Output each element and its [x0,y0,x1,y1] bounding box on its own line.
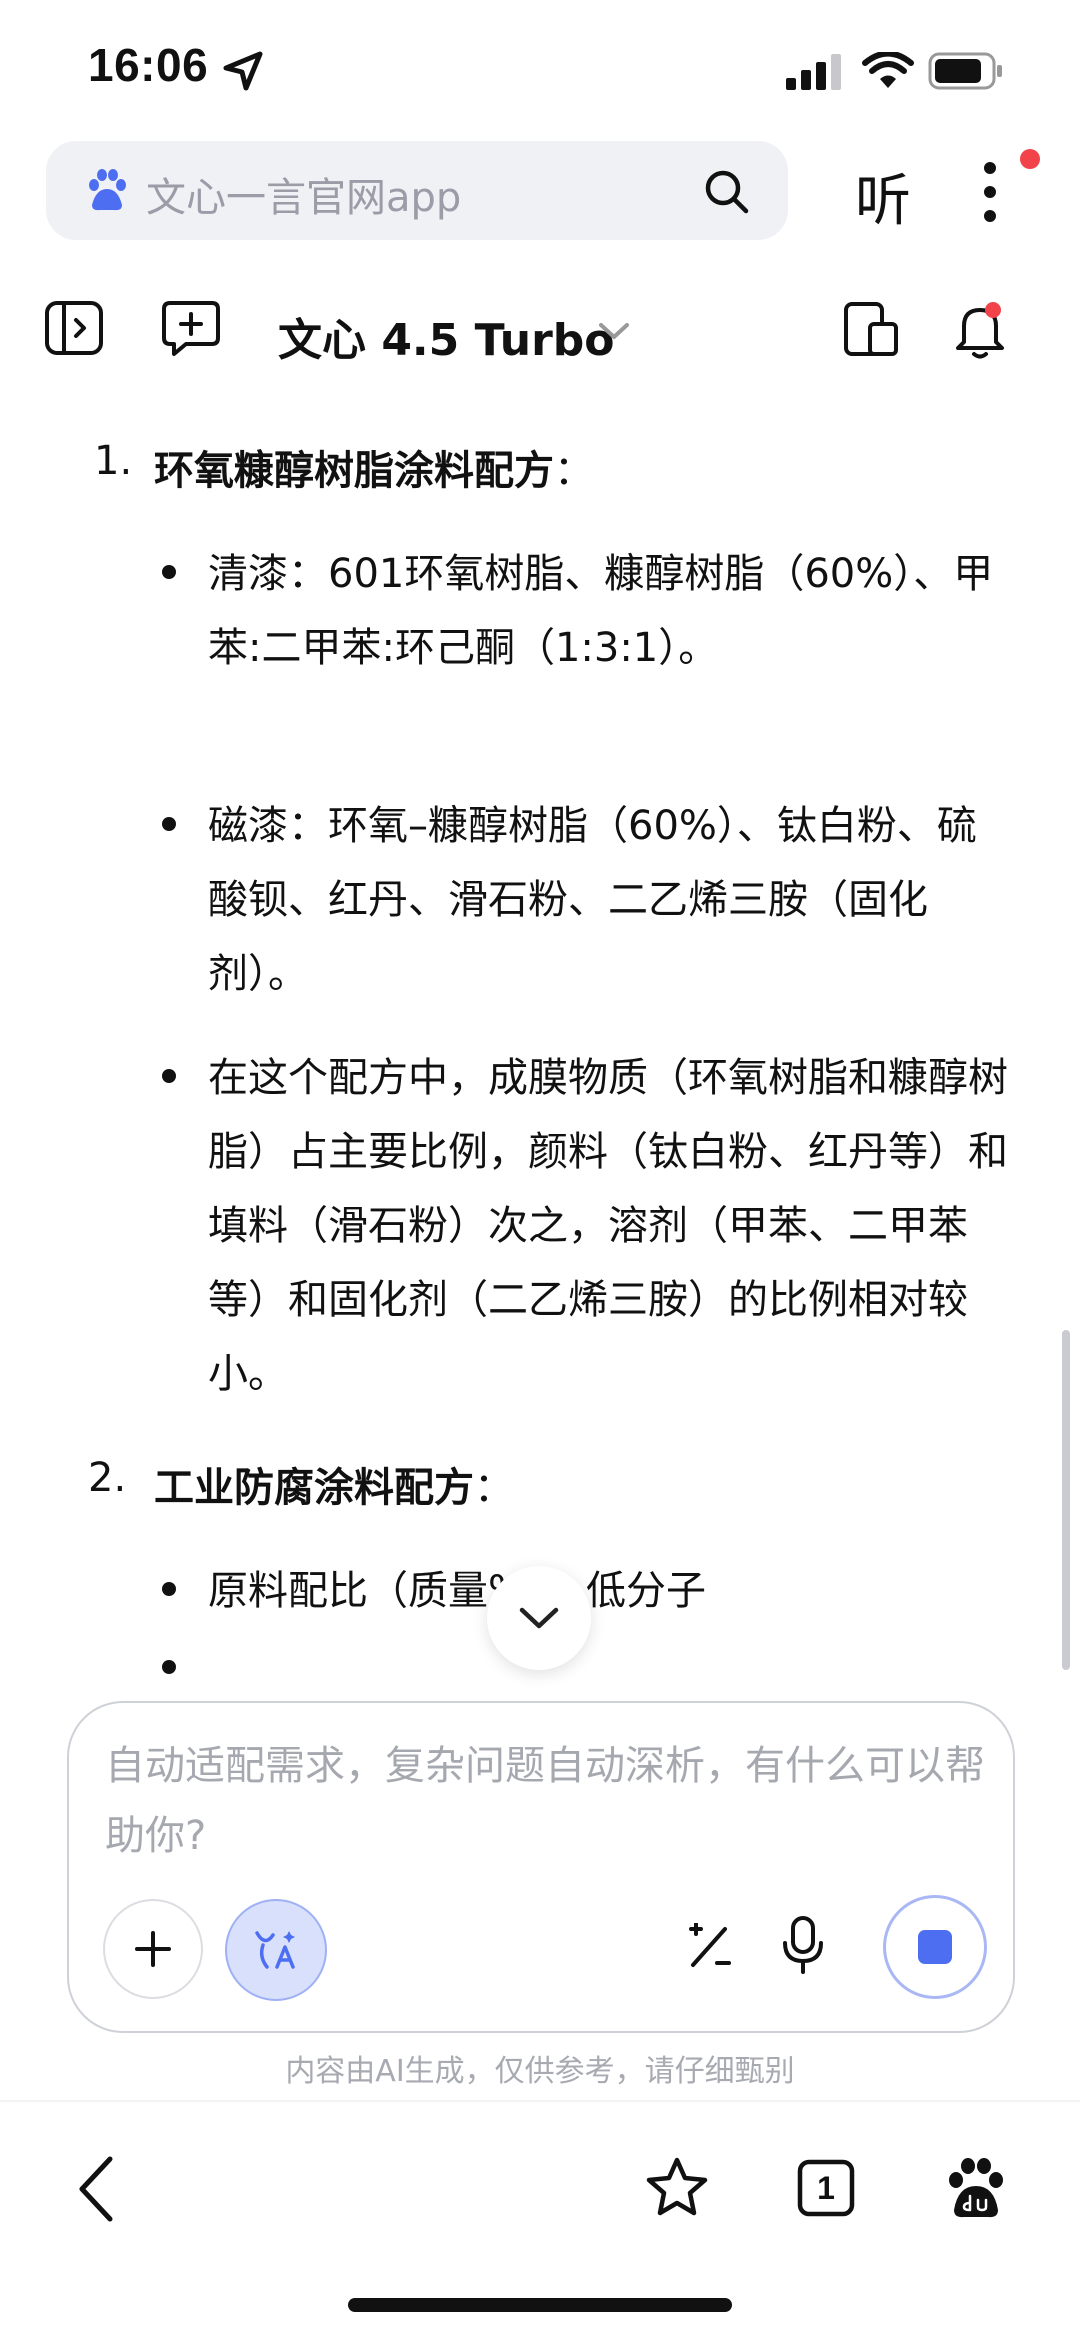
search-placeholder: 文心一言官网app [146,175,462,221]
scroll-to-bottom-button[interactable] [487,1566,591,1670]
percent-tool-icon[interactable] [685,1923,733,1971]
tabs-button[interactable]: 1 [797,2159,855,2217]
back-arrow-icon[interactable] [74,2155,118,2223]
microphone-icon[interactable] [781,1915,825,1975]
section-number: 1. [94,438,133,484]
bullet-dot [162,817,176,831]
chat-input-box[interactable]: 自动适配需求，复杂问题自动深析，有什么可以帮助你? [67,1701,1015,2033]
section-title: 环氧糠醇树脂涂料配方： [154,448,594,494]
stop-icon [918,1930,952,1964]
cellular-signal-icon [786,54,841,90]
baidu-paw-icon [89,169,126,211]
status-time: 16:06 [88,39,209,91]
menu-notification-dot [1020,149,1040,169]
location-arrow-icon [223,51,263,91]
battery-icon [928,52,1002,90]
tab-count: 1 [817,2169,835,2206]
list-item: 磁漆：环氧–糠醇树脂（60%）、钛白粉、硫酸钡、红丹、滑石粉、二乙烯三胺（固化剂… [208,803,977,997]
browser-search-bar[interactable]: 文心一言官网app [46,141,788,240]
stop-generation-button[interactable] [883,1895,987,1999]
sidebar-toggle-icon[interactable] [44,300,104,356]
bottom-bar-divider [0,2100,1080,2102]
baidu-logo-icon[interactable] [944,2156,1008,2220]
list-item: 在这个配方中，成膜物质（环氧树脂和糠醇树脂）占主要比例，颜料（钛白粉、红丹等）和… [208,1055,1008,1397]
translate-icon [255,1931,295,1969]
more-vertical-icon[interactable] [980,160,1000,224]
notification-bell-icon[interactable] [950,298,1010,360]
home-indicator [348,2298,732,2312]
wifi-icon [862,52,914,88]
list-item: 清漆：601环氧树脂、糠醇树脂（60%）、甲苯:二甲苯:环己酮（1:3:1）。 [208,551,994,671]
ai-disclaimer: 内容由AI生成，仅供参考，请仔细甄别 [285,2054,795,2089]
ai-translate-mode-button[interactable] [225,1899,327,2001]
model-selector-title[interactable]: 文心 4.5 Turbo [278,304,615,368]
section-number: 2. [88,1455,127,1501]
listen-button[interactable]: 听 [855,156,911,237]
device-switch-icon[interactable] [842,300,900,358]
bullet-dot [162,1660,176,1674]
chevron-down-icon [519,1607,559,1629]
search-icon[interactable] [702,167,750,215]
bell-notification-dot [985,302,1001,318]
plus-icon [135,1931,171,1967]
content-scrollbar[interactable] [1062,1330,1070,1670]
add-attachment-button[interactable] [103,1899,203,1999]
favorite-star-icon[interactable] [645,2156,709,2218]
bullet-dot [162,565,176,579]
chat-input-placeholder[interactable]: 自动适配需求，复杂问题自动深析，有什么可以帮助你? [105,1731,985,1871]
bullet-dot [162,1069,176,1083]
list-item: 原料配比（质量%）：低分子 [208,1568,707,1614]
bullet-dot [162,1582,176,1596]
chevron-down-icon[interactable] [597,320,631,342]
section-title: 工业防腐涂料配方： [154,1465,514,1511]
new-chat-icon[interactable] [160,298,222,360]
